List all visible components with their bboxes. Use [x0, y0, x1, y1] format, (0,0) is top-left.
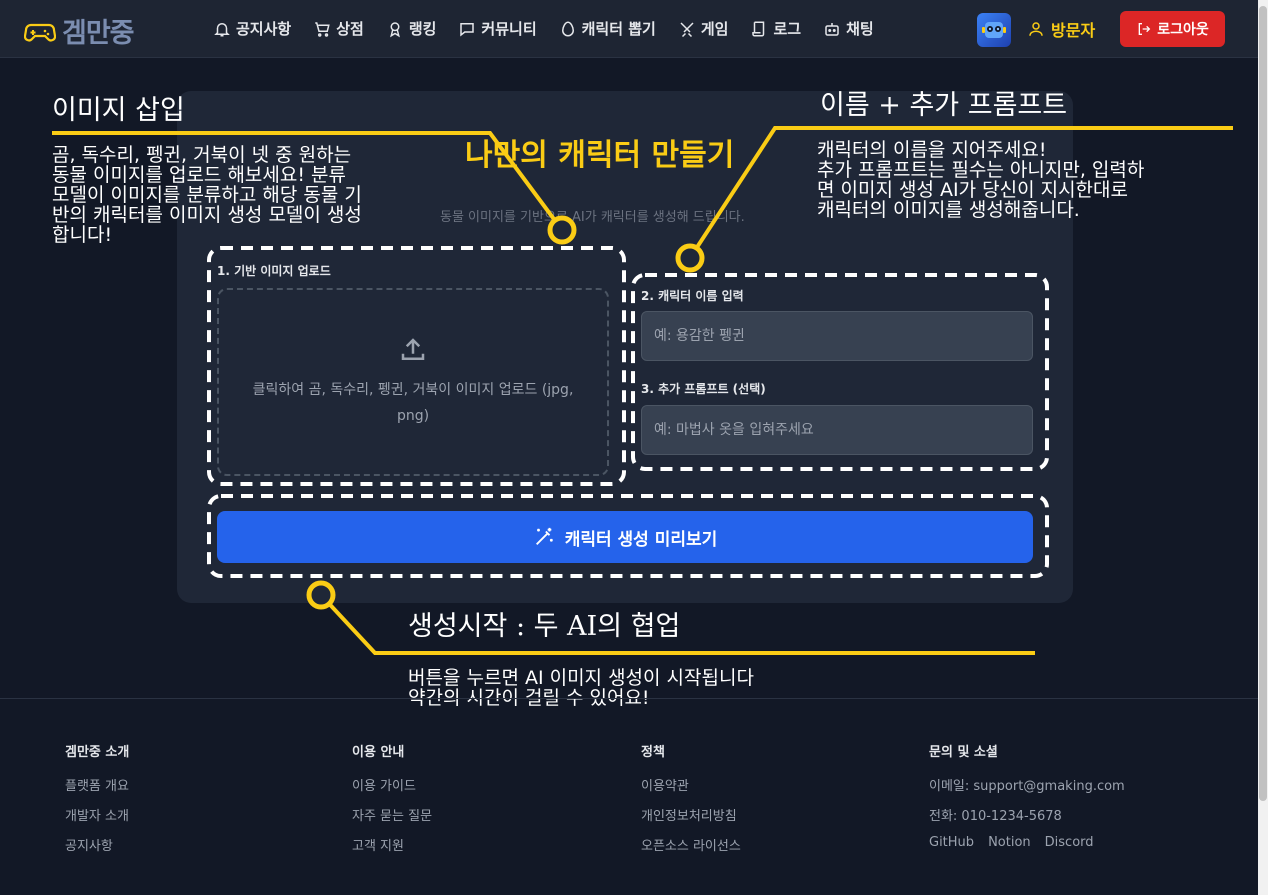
footer-heading: 이용 안내 — [352, 745, 405, 760]
nav-item-label: 캐릭터 뽑기 — [581, 20, 656, 38]
footer-heading: 정책 — [641, 745, 665, 760]
character-name-input[interactable] — [641, 311, 1033, 361]
scrollbar-thumb[interactable] — [1259, 6, 1267, 801]
nav-item-shop[interactable]: 상점 — [313, 18, 364, 39]
footer-link[interactable]: 개인정보처리방침 — [641, 805, 741, 824]
scroll-icon — [752, 21, 765, 36]
robot-avatar-icon — [982, 22, 1006, 38]
upload-icon — [401, 338, 425, 360]
footer-link[interactable]: 이용 가이드 — [352, 775, 432, 794]
nav-item-label: 게임 — [700, 20, 729, 38]
page-scrollbar[interactable] — [1258, 0, 1268, 895]
upload-label: 1. 기반 이미지 업로드 — [217, 264, 331, 278]
nav-item-notice[interactable]: 공지사항 — [213, 18, 291, 39]
footer-link[interactable]: 공지사항 — [65, 835, 129, 854]
footer-link[interactable]: 자주 묻는 질문 — [352, 805, 432, 824]
user-icon — [1029, 22, 1043, 36]
nav-item-label: 공지사항 — [236, 20, 292, 38]
footer-heading: 겜만중 소개 — [65, 745, 130, 760]
nav-item-label: 상점 — [336, 20, 364, 38]
upload-anno-title: 이미지 삽입 — [52, 95, 185, 126]
card-subtitle: 동물 이미지를 기반으로 AI가 캐릭터를 생성해 드립니다. — [440, 210, 745, 225]
nav-item-log[interactable]: 로그 — [750, 18, 801, 39]
footer-col-about: 겜만중 소개 플랫폼 개요 개발자 소개 공지사항 — [65, 741, 129, 865]
avatar[interactable] — [977, 13, 1011, 47]
nav-item-label: 랭킹 — [408, 20, 437, 38]
egg-icon — [561, 20, 574, 36]
site-logo[interactable]: 겜만중 — [24, 11, 135, 50]
user-menu[interactable]: 방문자 — [1027, 17, 1095, 41]
nav-item-game[interactable]: 게임 — [678, 18, 729, 39]
footer-email[interactable]: 이메일: support@gmaking.com — [929, 775, 1125, 794]
prompt-label: 3. 추가 프롬프트 (선택) — [641, 382, 766, 396]
name-label: 2. 캐릭터 이름 입력 — [641, 289, 744, 303]
footer-link[interactable]: 개발자 소개 — [65, 805, 129, 824]
gamepad-icon — [24, 23, 56, 41]
discord-link[interactable]: Discord — [1045, 835, 1094, 850]
nav-item-ranking[interactable]: 랭킹 — [386, 18, 437, 39]
footer-col-contact: 문의 및 소셜 이메일: support@gmaking.com 전화: 010… — [929, 741, 1125, 861]
logo-text: 겜만중 — [62, 18, 135, 49]
nav-item-label: 로그 — [773, 20, 802, 38]
chat-icon — [460, 22, 475, 37]
footer-social-links: GitHub Notion Discord — [929, 835, 1125, 850]
notion-link[interactable]: Notion — [988, 835, 1031, 850]
name-anno-title: 이름 + 추가 프롬프트 — [820, 90, 1068, 121]
user-name: 방문자 — [1051, 21, 1096, 40]
magic-wand-icon — [535, 527, 553, 545]
footer-col-policy: 정책 이용약관 개인정보처리방침 오픈소스 라이선스 — [641, 741, 741, 865]
footer-phone[interactable]: 전화: 010-1234-5678 — [929, 805, 1125, 824]
top-navbar: 겜만중 공지사항 상점 랭킹 커뮤니티 캐릭터 뽑기 게임 로그 채팅 방문자 … — [0, 0, 1258, 58]
cart-icon — [315, 21, 330, 37]
bot-icon — [825, 22, 839, 36]
logout-label: 로그아웃 — [1157, 22, 1209, 38]
main-nav: 공지사항 상점 랭킹 커뮤니티 캐릭터 뽑기 게임 로그 채팅 — [213, 18, 896, 39]
footer-link[interactable]: 오픈소스 라이선스 — [641, 835, 741, 854]
nav-item-label: 커뮤니티 — [481, 20, 537, 38]
medal-icon — [389, 21, 400, 37]
nav-item-gacha[interactable]: 캐릭터 뽑기 — [559, 18, 656, 39]
footer-heading: 문의 및 소셜 — [929, 745, 998, 760]
name-anno-body: 캐릭터의 이름을 지어주세요! 추가 프롬프트는 필수는 아니지만, 입력하 면… — [817, 139, 1145, 221]
upload-hint: 클릭하여 곰, 독수리, 펭귄, 거북이 이미지 업로드 (jpg, png) — [252, 382, 574, 424]
footer-link[interactable]: 고객 지원 — [352, 835, 432, 854]
nav-item-label: 채팅 — [846, 20, 874, 38]
github-link[interactable]: GitHub — [929, 835, 974, 850]
bell-icon — [214, 22, 230, 36]
footer-link[interactable]: 플랫폼 개요 — [65, 775, 129, 794]
swords-icon — [680, 21, 694, 37]
generate-label: 캐릭터 생성 미리보기 — [564, 529, 718, 550]
nav-item-community[interactable]: 커뮤니티 — [458, 18, 537, 39]
generate-anno-title: 생성시작 : 두 AI의 협업 — [408, 611, 681, 642]
logout-button[interactable]: 로그아웃 — [1120, 11, 1225, 47]
page-title: 나만의 캐릭터 만들기 — [465, 138, 735, 173]
image-upload-dropzone[interactable]: 클릭하여 곰, 독수리, 펭귄, 거북이 이미지 업로드 (jpg, png) — [217, 288, 609, 476]
footer-col-guide: 이용 안내 이용 가이드 자주 묻는 질문 고객 지원 — [352, 741, 432, 865]
nav-item-chat[interactable]: 채팅 — [823, 18, 874, 39]
generate-preview-button[interactable]: 캐릭터 생성 미리보기 — [217, 511, 1033, 563]
site-footer: 겜만중 소개 플랫폼 개요 개발자 소개 공지사항 이용 안내 이용 가이드 자… — [0, 698, 1258, 895]
footer-link[interactable]: 이용약관 — [641, 775, 741, 794]
logout-icon — [1138, 23, 1151, 35]
upload-anno-body: 곰, 독수리, 펭귄, 거북이 넷 중 원하는 동물 이미지를 업로드 해보세요… — [52, 144, 362, 246]
extra-prompt-input[interactable] — [641, 405, 1033, 455]
